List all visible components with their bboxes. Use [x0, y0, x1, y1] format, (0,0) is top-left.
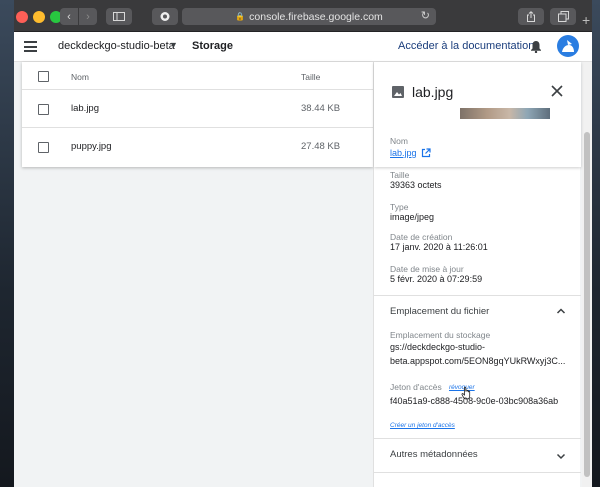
- user-avatar-icon: [562, 40, 574, 52]
- detail-title: lab.jpg: [412, 84, 454, 100]
- project-selector[interactable]: deckdeckgo-studio-beta: [58, 40, 175, 52]
- image-preview: [460, 108, 550, 119]
- divider: [374, 438, 581, 439]
- tab-overview-button[interactable]: [550, 8, 576, 25]
- created-value: 17 janv. 2020 à 11:26:01: [390, 242, 488, 252]
- reload-icon[interactable]: ↻: [421, 9, 430, 22]
- created-label: Date de création: [390, 232, 453, 242]
- close-icon[interactable]: [551, 85, 563, 97]
- divider: [374, 472, 581, 473]
- access-token-value: f40a51a9-c888-4508-9c0e-03bc908a36ab: [390, 396, 559, 406]
- row-checkbox[interactable]: [38, 104, 49, 115]
- minimize-window-button[interactable]: [33, 11, 45, 23]
- updated-value: 5 févr. 2020 à 07:29:59: [390, 274, 483, 284]
- other-metadata-section-header[interactable]: Autres métadonnées: [390, 449, 478, 460]
- detail-header-card: lab.jpg Nom lab.jpg: [374, 62, 581, 167]
- open-in-new-icon[interactable]: [421, 148, 431, 158]
- file-size: 27.48 KB: [301, 141, 341, 152]
- menu-icon[interactable]: [24, 41, 37, 52]
- documentation-link[interactable]: Accéder à la documentation: [398, 40, 534, 52]
- file-detail-panel: lab.jpg Nom lab.jpg Taille 39363 octets …: [373, 62, 581, 487]
- type-label: Type: [390, 202, 409, 212]
- name-label: Nom: [390, 136, 408, 146]
- scrollbar-thumb[interactable]: [584, 132, 590, 477]
- privacy-report-button[interactable]: [152, 8, 178, 25]
- shield-icon: [160, 12, 170, 21]
- row-checkbox[interactable]: [38, 142, 49, 153]
- file-name[interactable]: lab.jpg: [71, 103, 99, 114]
- detail-scrollbar[interactable]: [582, 62, 592, 487]
- desktop-background-left: [0, 0, 14, 487]
- bell-icon[interactable]: [530, 40, 542, 53]
- url-text: console.firebase.google.com: [249, 10, 383, 23]
- back-button[interactable]: ‹: [60, 8, 78, 25]
- table-row[interactable]: puppy.jpg 27.48 KB: [22, 128, 373, 167]
- new-tab-button[interactable]: +: [582, 12, 592, 28]
- image-icon: [392, 86, 404, 98]
- forward-button[interactable]: ›: [79, 8, 97, 25]
- chevron-up-icon[interactable]: [556, 306, 566, 316]
- name-value-link[interactable]: lab.jpg: [390, 148, 417, 158]
- type-value: image/jpeg: [390, 212, 435, 222]
- chevron-right-icon: ›: [86, 10, 90, 23]
- column-header-name[interactable]: Nom: [71, 72, 89, 82]
- sidebar-toggle-button[interactable]: [106, 8, 132, 25]
- create-token-link[interactable]: Créer un jeton d'accès: [390, 422, 455, 429]
- divider: [374, 295, 581, 296]
- tabs-icon: [557, 11, 569, 22]
- firebase-app-bar: deckdeckgo-studio-beta ▼ Storage Accéder…: [14, 32, 592, 62]
- close-window-button[interactable]: [16, 11, 28, 23]
- chevron-down-icon[interactable]: [556, 451, 566, 461]
- column-header-size[interactable]: Taille: [301, 72, 320, 82]
- sidebar-icon: [113, 12, 125, 21]
- page-title: Storage: [192, 40, 233, 52]
- file-location-section-header[interactable]: Emplacement du fichier: [390, 306, 489, 317]
- browser-toolbar: ‹ › 🔒 console.firebase.google.com ↻ +: [14, 0, 592, 32]
- file-name[interactable]: puppy.jpg: [71, 141, 112, 152]
- table-header-row: Nom Taille: [22, 62, 373, 90]
- caret-down-icon[interactable]: ▼: [169, 40, 178, 50]
- lock-icon: 🔒: [235, 12, 246, 21]
- storage-location-line-1[interactable]: gs://deckdeckgo-studio-: [390, 342, 485, 352]
- share-button[interactable]: [518, 8, 544, 25]
- updated-label: Date de mise à jour: [390, 264, 464, 274]
- size-value: 39363 octets: [390, 180, 442, 190]
- table-row[interactable]: lab.jpg 38.44 KB: [22, 90, 373, 128]
- access-token-label: Jeton d'accès: [390, 382, 442, 392]
- desktop-background-right: [592, 0, 600, 487]
- avatar[interactable]: [557, 35, 579, 57]
- size-label: Taille: [390, 170, 410, 180]
- file-size: 38.44 KB: [301, 103, 341, 114]
- storage-location-label: Emplacement du stockage: [390, 330, 491, 340]
- browser-window: ‹ › 🔒 console.firebase.google.com ↻ + de…: [14, 0, 592, 487]
- file-table: Nom Taille lab.jpg 38.44 KB puppy.jpg 27…: [22, 62, 373, 167]
- chevron-left-icon: ‹: [67, 10, 71, 23]
- share-icon: [527, 11, 535, 22]
- address-bar[interactable]: 🔒 console.firebase.google.com ↻: [182, 8, 436, 25]
- storage-location-line-2[interactable]: beta.appspot.com/5EON8gqYUkRWxyj3C...: [390, 356, 565, 366]
- select-all-checkbox[interactable]: [38, 71, 49, 82]
